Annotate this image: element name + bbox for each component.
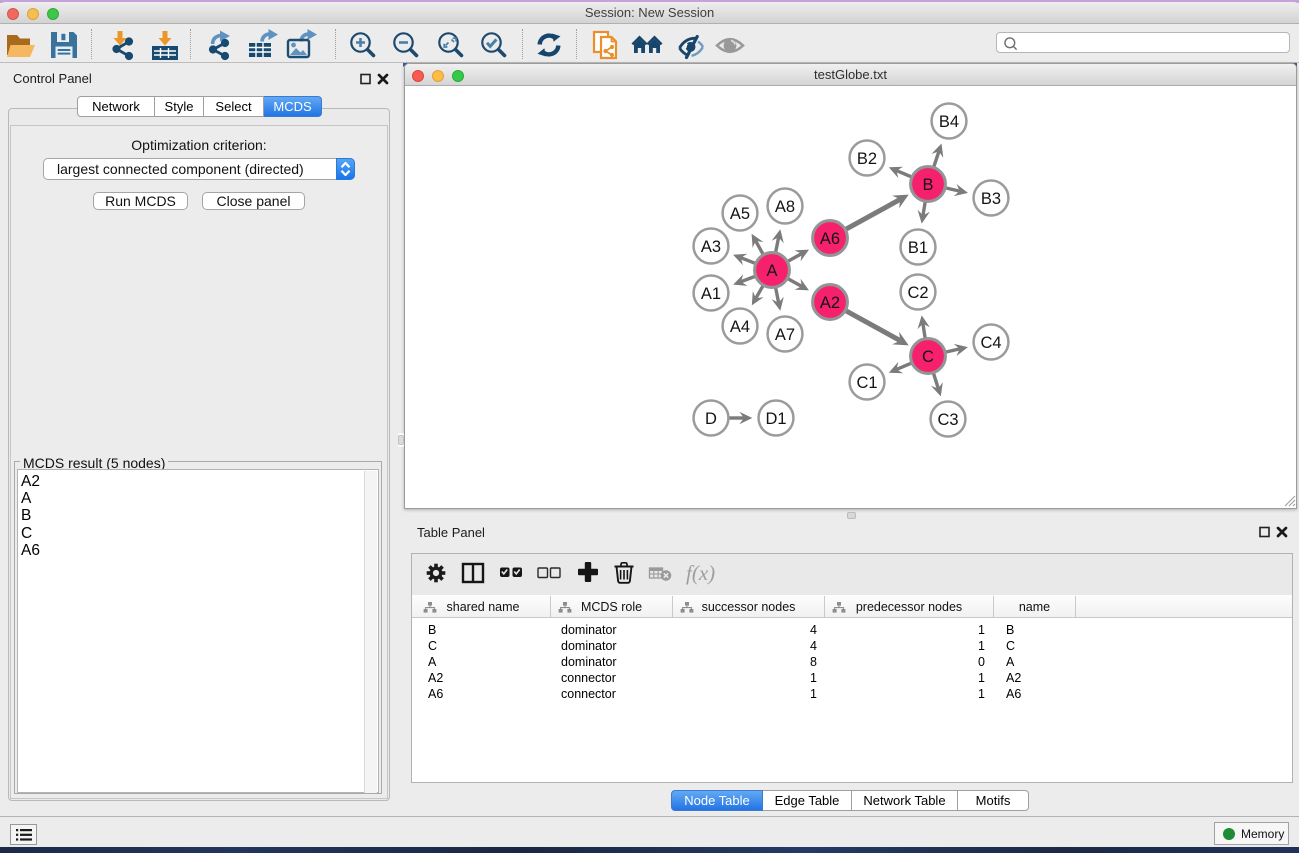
svg-text:B: B: [922, 176, 933, 194]
svg-text:A2: A2: [820, 294, 840, 312]
svg-text:A6: A6: [820, 230, 840, 248]
svg-text:C3: C3: [937, 411, 958, 429]
svg-text:B4: B4: [939, 113, 959, 131]
svg-text:B2: B2: [857, 150, 877, 168]
svg-text:A8: A8: [775, 198, 795, 216]
svg-text:A1: A1: [701, 285, 721, 303]
svg-text:A4: A4: [730, 318, 750, 336]
svg-text:D1: D1: [765, 410, 786, 428]
svg-text:B1: B1: [908, 239, 928, 257]
svg-text:C1: C1: [856, 374, 877, 392]
svg-text:C: C: [922, 348, 934, 366]
svg-text:B3: B3: [981, 190, 1001, 208]
svg-text:C2: C2: [907, 284, 928, 302]
svg-text:f(x): f(x): [686, 561, 715, 585]
svg-text:D: D: [705, 410, 717, 428]
svg-text:A7: A7: [775, 326, 795, 344]
svg-text:A3: A3: [701, 238, 721, 256]
svg-text:A5: A5: [730, 205, 750, 223]
svg-text:A: A: [766, 262, 777, 280]
svg-text:C4: C4: [980, 334, 1001, 352]
